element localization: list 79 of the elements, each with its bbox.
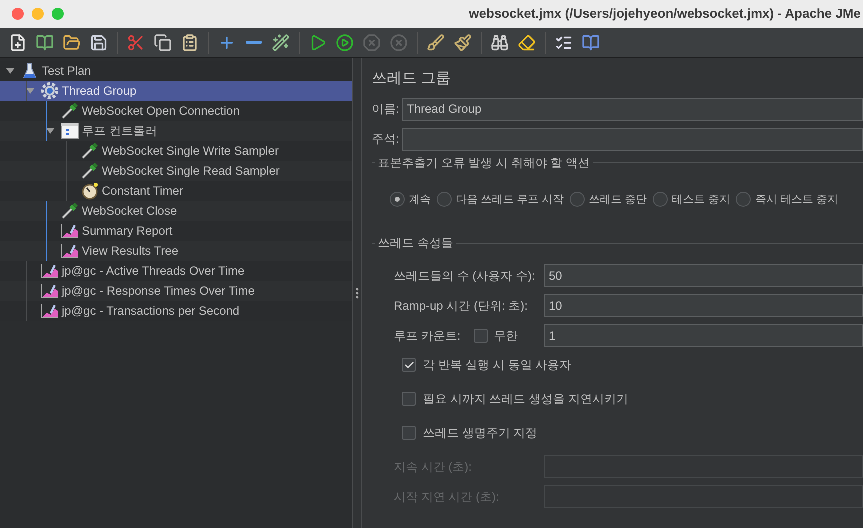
graph-icon	[41, 263, 59, 279]
play-circle-icon	[336, 34, 354, 52]
checkbox-label: 각 반복 실행 시 동일 사용자	[423, 357, 572, 374]
tree-item-label: jp@gc - Active Threads Over Time	[62, 263, 245, 280]
search-icon	[491, 34, 509, 52]
checkbox-label: 쓰레드 생명주기 지정	[423, 425, 538, 442]
stop-icon	[363, 34, 381, 52]
field-label: 주석:	[372, 131, 399, 148]
name-field[interactable]: Thread Group	[402, 98, 863, 120]
radio-button[interactable]	[437, 192, 452, 208]
window-title: websocket.jmx (/Users/jojehyeon/websocket.jmx) - Apache JMe	[469, 5, 862, 24]
checkbox[interactable]	[402, 392, 416, 406]
tree-item-label: WebSocket Open Connection	[82, 103, 240, 120]
field-label: 루프 카운트:	[394, 328, 462, 344]
cut-icon	[127, 34, 145, 52]
paste-icon	[181, 34, 199, 52]
pipette-icon	[81, 142, 99, 160]
new-file-icon	[9, 34, 27, 52]
field-label: 이름:	[372, 101, 399, 118]
tree-item-label: WebSocket Close	[82, 203, 178, 220]
flask-icon	[23, 63, 37, 79]
graph-icon	[41, 303, 59, 319]
caret-down-icon[interactable]	[6, 68, 14, 74]
radio-button[interactable]	[570, 192, 586, 208]
tree-item-label: View Results Tree	[82, 243, 178, 260]
checkbox[interactable]	[402, 426, 416, 440]
controller-icon	[61, 123, 79, 139]
input-field[interactable]: 50	[544, 264, 863, 287]
minus-icon	[246, 41, 262, 44]
radio-label: 계속	[409, 192, 431, 208]
radio-label: 다음 쓰레드 루프 시작	[456, 192, 564, 208]
field-label: 쓰레드들의 수 (사용자 수):	[394, 268, 536, 284]
pipette-icon	[61, 202, 79, 220]
tree-item[interactable]: Thread Group	[0, 81, 352, 101]
section-legend: 쓰레드 속성들	[378, 234, 454, 252]
checkbox[interactable]	[474, 328, 488, 342]
radio-label: 쓰레드 중단	[589, 192, 648, 208]
field-label: Ramp-up 시간 (단위: 초):	[394, 298, 530, 314]
radio-button[interactable]	[736, 192, 752, 208]
radio-button[interactable]	[390, 192, 405, 208]
tree-item-label: WebSocket Single Write Sampler	[102, 143, 279, 160]
grip-icon[interactable]	[356, 288, 358, 298]
stopwatch-icon	[81, 182, 99, 200]
caret-down-icon[interactable]	[26, 88, 34, 94]
tree-item-label: WebSocket Single Read Sampler	[102, 163, 280, 180]
tree-item-label: Test Plan	[42, 63, 92, 80]
tree-item-label: jp@gc - Transactions per Second	[62, 303, 240, 320]
section-legend: 표본추출기 오류 발생 시 취해야 할 액션	[378, 154, 590, 172]
gear-icon	[41, 82, 59, 100]
checkbox-label: 필요 시까지 쓰레드 생성을 지연시키기	[423, 391, 628, 408]
play-icon	[309, 34, 327, 52]
tree-item-label: Thread Group	[62, 83, 137, 100]
loop-count-field[interactable]: 1	[544, 324, 863, 347]
radio-label: 즉시 테스트 중지	[755, 192, 838, 208]
tree-item-label: Constant Timer	[102, 183, 184, 200]
graph-icon	[41, 283, 59, 299]
radio-label: 테스트 중지	[672, 192, 730, 208]
radio-button[interactable]	[653, 192, 668, 208]
graph-icon	[61, 223, 79, 239]
wand-icon	[272, 34, 290, 52]
comment-field[interactable]	[402, 128, 863, 150]
input-field[interactable]: 10	[544, 294, 863, 317]
save-icon	[90, 34, 108, 52]
panel-title: 쓰레드 그룹	[372, 69, 452, 89]
tree-item-label: 루프 컨트롤러	[82, 123, 158, 140]
copy-icon	[154, 34, 172, 52]
checkbox[interactable]	[402, 358, 416, 372]
close-circle-icon	[390, 34, 408, 52]
folder-icon	[63, 34, 81, 52]
checkbox-label: 무한	[494, 328, 519, 344]
book-icon	[36, 34, 54, 52]
close-window-icon[interactable]	[12, 8, 24, 20]
check-icon	[404, 360, 414, 370]
pipette-icon	[61, 102, 79, 120]
graph-icon	[61, 243, 79, 259]
caret-down-icon[interactable]	[46, 128, 54, 134]
tree-item-label: Summary Report	[82, 223, 173, 240]
pipette-icon	[81, 162, 99, 180]
tree-item-label: jp@gc - Response Times Over Time	[62, 283, 255, 300]
